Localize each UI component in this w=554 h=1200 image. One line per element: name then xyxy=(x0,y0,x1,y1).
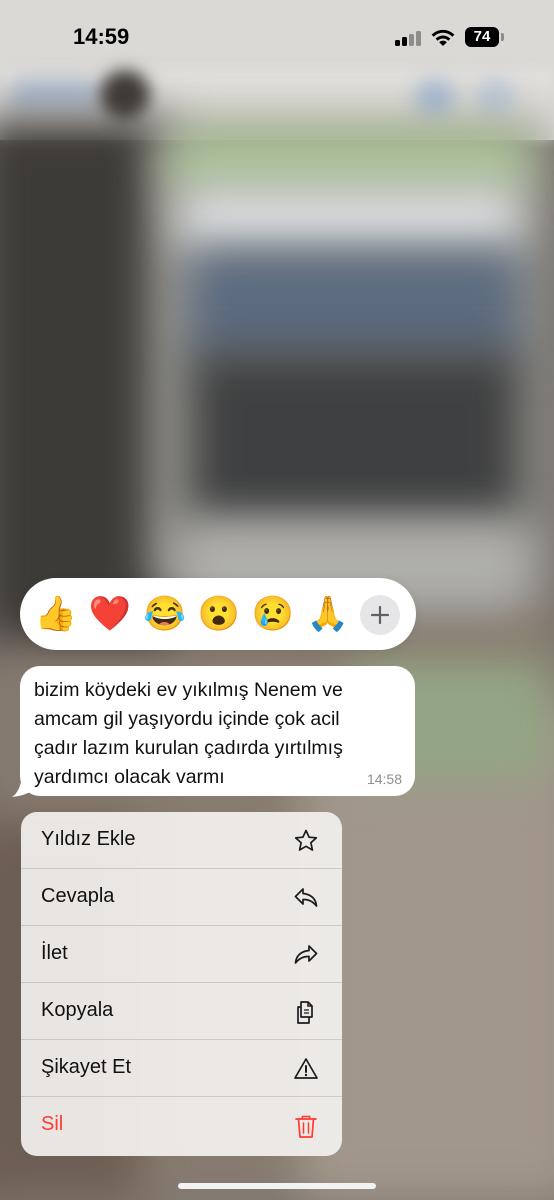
warning-icon xyxy=(294,1058,318,1079)
menu-item-reply[interactable]: Cevapla xyxy=(21,869,342,926)
menu-item-label: İlet xyxy=(41,942,68,964)
message-bubble[interactable]: bizim köydeki ev yıkılmış Nenem ve amcam… xyxy=(20,666,415,796)
trash-icon xyxy=(295,1115,317,1138)
reaction-folded-hands[interactable]: 🙏 xyxy=(306,592,350,636)
menu-item-label: Yıldız Ekle xyxy=(41,828,136,850)
menu-item-label: Kopyala xyxy=(41,999,114,1021)
signal-icon xyxy=(395,30,421,46)
reaction-thumbs-up[interactable]: 👍 xyxy=(34,592,78,636)
menu-item-delete[interactable]: Sil xyxy=(21,1097,342,1154)
battery-icon: 74 xyxy=(465,27,499,47)
battery-cap xyxy=(501,33,504,41)
plus-icon xyxy=(370,605,390,625)
status-bar: 14:59 74 xyxy=(0,0,554,74)
menu-item-forward[interactable]: İlet xyxy=(21,926,342,983)
forward-icon xyxy=(294,945,318,964)
menu-item-copy[interactable]: Kopyala xyxy=(21,983,342,1040)
message-context-menu: Yıldız Ekle Cevapla İlet Kopyala Şikayet… xyxy=(21,812,342,1156)
reaction-heart[interactable]: ❤️ xyxy=(88,592,132,636)
star-icon xyxy=(294,829,318,851)
more-reactions-button[interactable] xyxy=(360,595,400,635)
wifi-icon xyxy=(430,27,456,47)
menu-item-label: Şikayet Et xyxy=(41,1056,132,1078)
reaction-crying[interactable]: 😢 xyxy=(251,592,295,636)
reaction-tears-of-joy[interactable]: 😂 xyxy=(143,592,187,636)
menu-item-label: Cevapla xyxy=(41,885,115,907)
menu-item-label: Sil xyxy=(41,1113,64,1135)
menu-item-report[interactable]: Şikayet Et xyxy=(21,1040,342,1097)
status-time: 14:59 xyxy=(73,24,130,49)
reaction-bar: 👍 ❤️ 😂 😮 😢 🙏 xyxy=(20,578,416,650)
copy-icon xyxy=(297,1001,313,1024)
menu-item-star[interactable]: Yıldız Ekle xyxy=(21,812,342,869)
message-timestamp: 14:58 xyxy=(366,771,402,787)
home-indicator[interactable] xyxy=(178,1183,376,1189)
reaction-surprised[interactable]: 😮 xyxy=(197,592,241,636)
message-text: bizim köydeki ev yıkılmış Nenem ve amcam… xyxy=(34,679,343,788)
reply-icon xyxy=(294,888,318,907)
